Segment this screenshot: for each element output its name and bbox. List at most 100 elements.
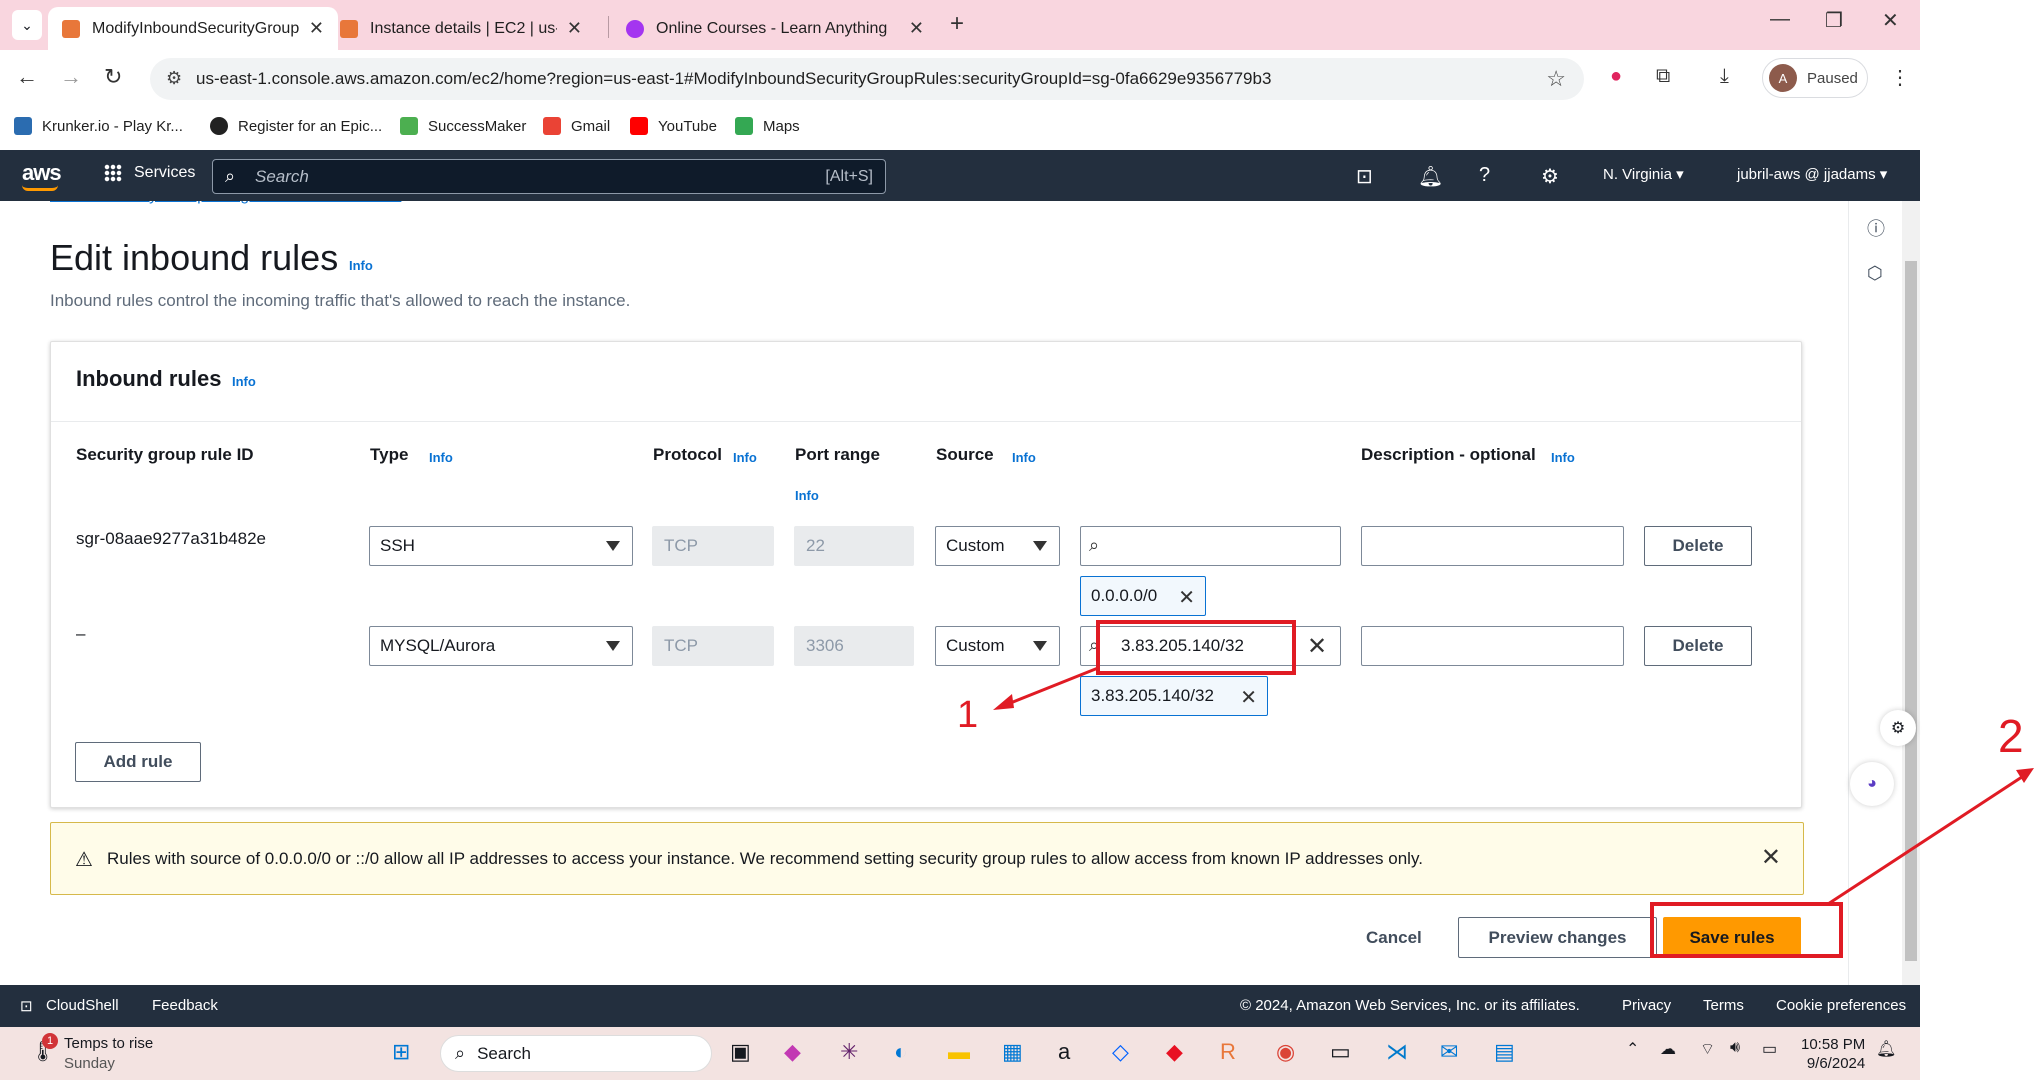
- bookmark-gmail[interactable]: Gmail: [543, 117, 610, 135]
- address-bar[interactable]: ⚙ us-east-1.console.aws.amazon.com/ec2/h…: [150, 58, 1584, 100]
- bookmark-epic[interactable]: Register for an Epic...: [210, 117, 382, 135]
- wifi-icon[interactable]: ⌔: [1700, 1039, 1715, 1059]
- task-view-icon[interactable]: ▣: [730, 1039, 751, 1065]
- bookmark-star-icon[interactable]: ☆: [1546, 66, 1566, 92]
- battery-icon[interactable]: ▭: [1762, 1039, 1777, 1059]
- aws-search-box[interactable]: ⌕ [Alt+S]: [212, 159, 886, 194]
- feedback-link[interactable]: Feedback: [152, 997, 218, 1014]
- amazon-icon[interactable]: a: [1058, 1039, 1070, 1065]
- add-rule-button[interactable]: Add rule: [75, 742, 201, 782]
- close-icon[interactable]: ✕: [309, 18, 324, 39]
- cloudshell-icon[interactable]: ⊡: [20, 997, 33, 1015]
- scrollbar[interactable]: [1902, 201, 1920, 985]
- aws-logo[interactable]: aws: [22, 160, 62, 186]
- preview-changes-button[interactable]: Preview changes: [1458, 917, 1657, 958]
- notifications-icon[interactable]: 🔔︎: [1876, 1039, 1896, 1059]
- download-icon[interactable]: ⤓: [1720, 65, 1729, 88]
- close-icon[interactable]: ✕: [909, 18, 924, 39]
- store-icon[interactable]: ▦: [1002, 1039, 1023, 1065]
- description-input-2[interactable]: [1361, 626, 1624, 666]
- remove-token-icon[interactable]: ✕: [1240, 685, 1257, 710]
- extension-icon[interactable]: ●: [1610, 65, 1622, 88]
- notifications-bell-icon[interactable]: 🔔︎: [1418, 164, 1443, 189]
- show-hidden-icons[interactable]: ⌃: [1626, 1039, 1639, 1059]
- volume-icon[interactable]: 🔊︎: [1730, 1039, 1740, 1057]
- terms-link[interactable]: Terms: [1703, 997, 1744, 1014]
- account-menu[interactable]: jubril-aws @ jjadams ▾: [1737, 165, 1887, 183]
- close-icon[interactable]: ✕: [1761, 843, 1781, 872]
- menu-kebab-icon[interactable]: ⋮: [1890, 65, 1910, 90]
- type-select-1[interactable]: SSH: [369, 526, 633, 566]
- reload-icon[interactable]: ↻: [104, 64, 122, 90]
- onedrive-icon[interactable]: ☁: [1660, 1039, 1676, 1059]
- forward-icon[interactable]: →: [60, 64, 82, 90]
- tab-online-courses[interactable]: Online Courses - Learn Anything ✕: [612, 7, 938, 50]
- panel-info-link[interactable]: Info: [232, 374, 256, 389]
- hexagon-icon[interactable]: ⬡: [1867, 263, 1883, 284]
- profile-button[interactable]: A Paused: [1762, 58, 1868, 98]
- description-info-link[interactable]: Info: [1551, 450, 1575, 465]
- close-icon[interactable]: ✕: [567, 18, 582, 39]
- new-tab-button[interactable]: +: [950, 10, 964, 38]
- cookie-preferences-link[interactable]: Cookie preferences: [1776, 997, 1906, 1014]
- settings-gear-icon[interactable]: ⚙: [1541, 164, 1559, 189]
- file-explorer-icon[interactable]: ▬: [948, 1039, 970, 1065]
- app-red-icon[interactable]: ◆: [1166, 1039, 1183, 1065]
- bookmark-youtube[interactable]: YouTube: [630, 117, 717, 135]
- notepad-icon[interactable]: ▤: [1494, 1039, 1515, 1065]
- source-type-select-2[interactable]: Custom: [935, 626, 1060, 666]
- type-select-2[interactable]: MYSQL/Aurora: [369, 626, 633, 666]
- restore-icon[interactable]: ❐: [1825, 8, 1843, 33]
- source-info-link[interactable]: Info: [1012, 450, 1036, 465]
- tab-search-button[interactable]: ⌄: [12, 10, 42, 40]
- tab-instance-details[interactable]: Instance details | EC2 | us-east-1 ✕: [326, 7, 596, 50]
- description-input-1[interactable]: [1361, 526, 1624, 566]
- source-search-input-1[interactable]: ⌕: [1080, 526, 1341, 566]
- title-info-link[interactable]: Info: [349, 258, 373, 273]
- port-info-link[interactable]: Info: [795, 488, 819, 503]
- windows-start-icon[interactable]: ⊞: [392, 1039, 410, 1065]
- minimize-icon[interactable]: —: [1770, 8, 1790, 31]
- privacy-link[interactable]: Privacy: [1622, 997, 1671, 1014]
- floating-widget-icon[interactable]: ⚙: [1880, 710, 1916, 746]
- back-icon[interactable]: ←: [16, 64, 38, 90]
- terminal-icon[interactable]: ▭: [1330, 1039, 1351, 1065]
- cloudshell-link[interactable]: CloudShell: [46, 997, 119, 1014]
- taskbar-clock[interactable]: 10:58 PM 9/6/2024: [1801, 1035, 1865, 1073]
- vscode-icon[interactable]: ⋊: [1386, 1039, 1408, 1065]
- save-rules-button[interactable]: Save rules: [1663, 917, 1801, 958]
- help-icon[interactable]: ?: [1479, 164, 1490, 187]
- chrome-icon[interactable]: ◉: [1276, 1039, 1295, 1065]
- taskbar-search[interactable]: ⌕ Search: [440, 1035, 712, 1072]
- edge-icon[interactable]: ◐: [894, 1039, 907, 1065]
- remove-token-icon[interactable]: ✕: [1178, 585, 1195, 610]
- assistant-bubble-icon[interactable]: ◕: [1850, 762, 1894, 806]
- scrollbar-thumb[interactable]: [1905, 261, 1917, 961]
- tab-modify-inbound[interactable]: ModifyInboundSecurityGroupRules ✕: [48, 7, 338, 50]
- source-type-select-1[interactable]: Custom: [935, 526, 1060, 566]
- site-info-icon[interactable]: ⚙: [166, 68, 182, 89]
- delete-rule-button-1[interactable]: Delete: [1644, 526, 1752, 566]
- source-search-input-2[interactable]: ⌕ 3.83.205.140/32 ✕: [1080, 626, 1341, 666]
- outlook-icon[interactable]: ✉: [1440, 1039, 1458, 1065]
- cloudshell-icon[interactable]: ⊡: [1356, 164, 1373, 189]
- info-panel-icon[interactable]: ⓘ: [1867, 215, 1885, 241]
- bookmark-krunker[interactable]: Krunker.io - Play Kr...: [14, 117, 183, 135]
- bookmark-maps[interactable]: Maps: [735, 117, 800, 135]
- dropbox-icon[interactable]: ◇: [1112, 1039, 1129, 1065]
- aws-search-input[interactable]: [255, 160, 795, 193]
- type-info-link[interactable]: Info: [429, 450, 453, 465]
- clear-input-icon[interactable]: ✕: [1307, 632, 1327, 661]
- extensions-puzzle-icon[interactable]: ⧉: [1656, 65, 1670, 88]
- copilot-icon[interactable]: ◆: [784, 1039, 801, 1065]
- slack-icon[interactable]: ✳: [840, 1039, 858, 1065]
- services-menu[interactable]: Services: [104, 164, 195, 182]
- delete-rule-button-2[interactable]: Delete: [1644, 626, 1752, 666]
- breadcrumb[interactable]: EC2 > Security Groups > sg-0fa6629e93567…: [50, 201, 401, 205]
- cancel-button[interactable]: Cancel: [1366, 928, 1422, 948]
- protocol-info-link[interactable]: Info: [733, 450, 757, 465]
- close-window-icon[interactable]: ✕: [1882, 8, 1899, 33]
- app-r-icon[interactable]: R: [1220, 1039, 1236, 1065]
- region-selector[interactable]: N. Virginia ▾: [1603, 165, 1684, 183]
- bookmark-successmaker[interactable]: SuccessMaker: [400, 117, 526, 135]
